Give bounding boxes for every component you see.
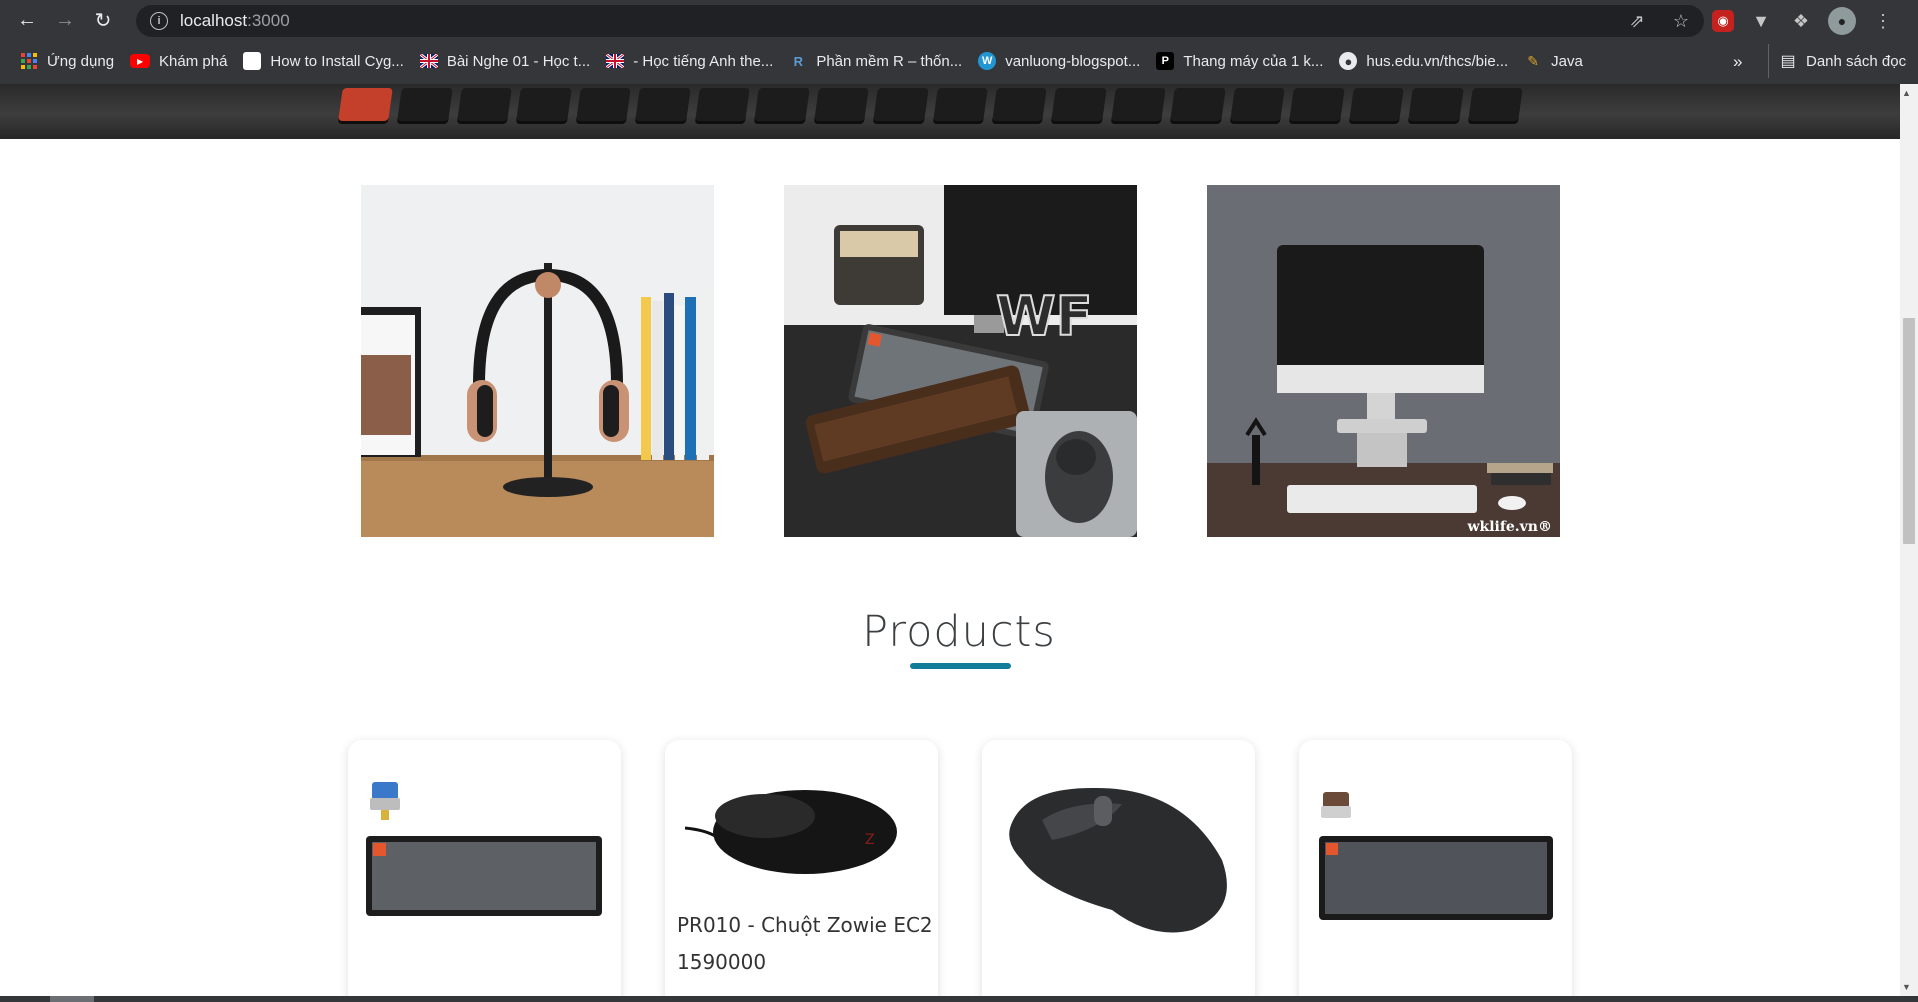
share-icon[interactable]: ⇗ [1626,10,1648,32]
wordpress-icon: W [978,52,997,70]
site-info-icon[interactable]: i [150,12,168,30]
product-name: PR010 - Chuột Zowie EC2 [677,913,933,937]
product-card[interactable] [348,740,621,996]
blank-page-icon [243,52,262,70]
bookmark-vanluong[interactable]: W vanluong-blogspot... [970,47,1148,75]
forward-arrow-icon[interactable]: → [48,4,82,38]
bookmark-hus[interactable]: ● hus.edu.vn/thcs/bie... [1331,47,1516,75]
browser-toolbar: ← → ↻ i localhost:3000 ⇗ ☆ ◉ ▼ ❖ ● ⋮ [0,0,1918,41]
menu-kebab-icon[interactable]: ⋮ [1870,8,1896,34]
product-card[interactable] [1299,740,1572,996]
gallery-photo-keyboard-desk: WF [784,185,1137,537]
bookmark-label: Phần mềm R – thốn... [816,52,963,70]
bookmark-label: vanluong-blogspot... [1005,52,1141,70]
bookmark-hoc-tieng-anh[interactable]: - Học tiếng Anh the... [598,47,781,75]
bookmark-label: Java [1551,52,1583,70]
url-host: localhost [180,11,248,30]
bookmarks-more-button[interactable]: » [1733,52,1742,72]
youtube-icon: ▶ [130,54,151,68]
section-title: Products [862,607,1056,657]
product-image-tkl-keyboard[interactable] [1299,740,1572,940]
horizontal-scrollbar-thumb[interactable] [50,996,94,1002]
bookmark-label: - Học tiếng Anh the... [633,52,774,70]
extension-red-icon[interactable]: ◉ [1712,10,1734,32]
watermark-text: wklife.vn® [1466,519,1552,535]
profile-avatar[interactable]: ● [1828,7,1856,35]
bookmark-bai-nghe[interactable]: Bài Nghe 01 - Học t... [412,47,598,75]
bookmark-label: Ứng dụng [47,52,115,70]
reading-list-button[interactable]: ▤ Danh sách đọc [1768,44,1914,78]
bookmarks-bar: Ứng dụng ▶ Khám phá How to Install Cyg..… [0,44,1918,78]
r-logo-icon: R [793,53,803,69]
uk-flag-icon [419,52,438,70]
extension-v-icon[interactable]: ▼ [1748,8,1774,34]
extensions-area: ◉ ▼ ❖ ● ⋮ [1712,6,1896,36]
products-list: Z PR010 - Chuột Zowie EC2 1590000 [348,740,1572,996]
gallery-photo-imac-desk: wklife.vn® [1207,185,1560,537]
java-icon: ✎ [1527,52,1540,69]
uk-flag-icon [606,52,625,70]
extensions-puzzle-icon[interactable]: ❖ [1788,8,1814,34]
gallery: WF wklife.vn® [361,185,1560,537]
address-bar-url[interactable]: localhost:3000 [180,11,290,31]
bookmark-java[interactable]: ✎ Java [1516,47,1591,75]
horizontal-scrollbar[interactable] [0,996,1918,1002]
keycap-logo-text: WF [996,285,1092,348]
reload-icon[interactable]: ↻ [86,4,120,38]
bookmark-star-icon[interactable]: ☆ [1670,10,1692,32]
globe-icon: ● [1339,52,1358,70]
product-card[interactable]: Z PR010 - Chuột Zowie EC2 1590000 [665,740,938,996]
apps-grid-icon [20,52,38,70]
bookmark-label: Khám phá [159,52,228,70]
scrollbar-thumb[interactable] [1903,318,1915,544]
bookmark-label: hus.edu.vn/thcs/bie... [1366,52,1509,70]
hero-banner-keyboard-image [0,84,1900,139]
scroll-down-arrow-icon[interactable]: ▼ [1902,982,1911,992]
url-port: :3000 [247,11,290,30]
reading-list-icon: ▤ [1780,53,1796,70]
bookmark-label: Bài Nghe 01 - Học t... [446,52,591,70]
bookmark-apps[interactable]: Ứng dụng [12,47,122,75]
reading-list-label: Danh sách đọc [1806,52,1907,70]
section-title-underline [910,663,1011,669]
bookmark-label: Thang máy của 1 k... [1183,52,1324,70]
product-price: 1590000 [677,950,767,974]
bookmark-thang-may[interactable]: P Thang máy của 1 k... [1148,47,1331,75]
address-bar[interactable]: i localhost:3000 ⇗ ☆ [136,5,1704,37]
bookmark-cygwin[interactable]: How to Install Cyg... [235,47,411,75]
product-image-zowie-mouse[interactable]: Z [665,740,938,940]
back-arrow-icon[interactable]: ← [10,4,44,38]
product-card[interactable] [982,740,1255,996]
scroll-up-arrow-icon[interactable]: ▲ [1902,88,1911,98]
bookmark-kham-pha[interactable]: ▶ Khám phá [122,47,235,75]
gallery-photo-headphones [361,185,714,537]
page-viewport: WF wklife.vn® Products Z PR010 - Chuột Z… [0,84,1900,996]
p-square-icon: P [1156,52,1175,70]
bookmark-phan-mem-r[interactable]: R Phần mềm R – thốn... [781,47,970,75]
bookmark-label: How to Install Cyg... [270,52,404,70]
product-image-mx-mouse[interactable] [982,740,1255,940]
browser-chrome: ← → ↻ i localhost:3000 ⇗ ☆ ◉ ▼ ❖ ● ⋮ Ứng… [0,0,1918,84]
product-image-keyboard[interactable] [348,740,621,940]
svg-text:Z: Z [865,832,875,848]
